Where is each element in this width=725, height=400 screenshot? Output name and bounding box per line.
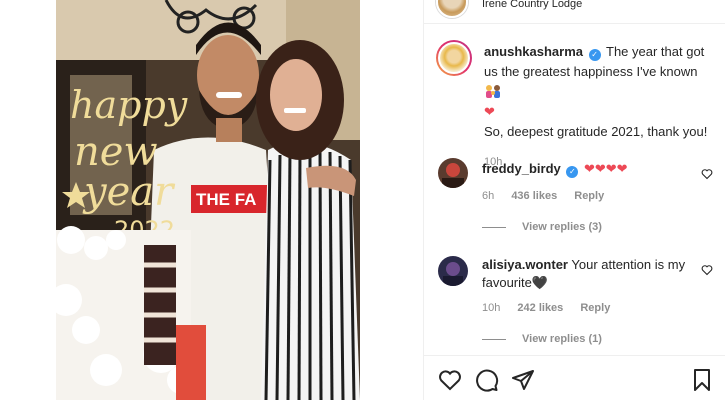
comment-likes[interactable]: 436 likes bbox=[511, 190, 557, 202]
save-bookmark-icon[interactable] bbox=[690, 368, 714, 392]
commenter-avatar[interactable] bbox=[438, 256, 468, 286]
caption-heart-emoji: ❤ bbox=[484, 104, 495, 119]
comment-like-heart-icon[interactable] bbox=[701, 264, 713, 276]
comment-reply-button[interactable]: Reply bbox=[574, 190, 604, 202]
share-paper-plane-icon[interactable] bbox=[511, 368, 535, 392]
caption-text-block: anushkasharma ✓ The year that got us the… bbox=[484, 42, 719, 172]
commenter-avatar[interactable] bbox=[438, 158, 468, 188]
comment-time[interactable]: 6h bbox=[482, 190, 494, 202]
cake-topper-line1: happy bbox=[70, 83, 188, 127]
view-replies-label: View replies (3) bbox=[522, 221, 602, 233]
comment-reply-button[interactable]: Reply bbox=[580, 302, 610, 314]
post-photo-illustration: THE FA happy new year bbox=[56, 0, 360, 400]
post-action-bar bbox=[424, 355, 725, 400]
comment-text-block: freddy_birdy ✓ ❤❤❤❤ bbox=[482, 160, 692, 178]
view-replies-button[interactable]: View replies (1) bbox=[482, 333, 602, 345]
comment-like-heart-icon[interactable] bbox=[701, 168, 713, 180]
view-replies-divider bbox=[482, 338, 506, 340]
view-replies-label: View replies (1) bbox=[522, 333, 602, 345]
like-heart-icon[interactable] bbox=[438, 368, 462, 392]
view-replies-divider bbox=[482, 226, 506, 228]
family-emoji-icon bbox=[486, 85, 500, 98]
caption-avatar[interactable] bbox=[436, 40, 472, 76]
post-location[interactable]: Irene Country Lodge bbox=[482, 0, 582, 10]
comment-likes[interactable]: 242 likes bbox=[517, 302, 563, 314]
comment-time[interactable]: 10h bbox=[482, 302, 500, 314]
comment-bubble-icon[interactable] bbox=[475, 368, 499, 392]
post-header: Irene Country Lodge bbox=[424, 0, 725, 24]
comment-meta: 10h 242 likes Reply bbox=[482, 302, 624, 314]
verified-badge-icon: ✓ bbox=[588, 49, 601, 61]
verified-badge-icon: ✓ bbox=[566, 166, 579, 178]
post-side-panel: Irene Country Lodge anushkasharma ✓ The … bbox=[423, 0, 725, 400]
comment-text-block: alisiya.wonter Your attention is my favo… bbox=[482, 256, 692, 292]
comment-username[interactable]: freddy_birdy bbox=[482, 161, 561, 176]
shirt-print-text: THE FA bbox=[196, 190, 256, 209]
post-media-area: THE FA happy new year bbox=[0, 0, 423, 400]
post-photo[interactable]: THE FA happy new year bbox=[56, 0, 360, 400]
comment-username[interactable]: alisiya.wonter bbox=[482, 257, 568, 272]
caption-text-line2: So, deepest gratitude 2021, thank you! bbox=[484, 124, 708, 139]
author-avatar[interactable] bbox=[436, 0, 468, 18]
comment-meta: 6h 436 likes Reply bbox=[482, 190, 618, 202]
cake-topper-line3: year bbox=[82, 169, 176, 215]
comment-text: ❤❤❤❤ bbox=[584, 161, 628, 176]
caption-username[interactable]: anushkasharma bbox=[484, 44, 583, 59]
view-replies-button[interactable]: View replies (3) bbox=[482, 221, 602, 233]
